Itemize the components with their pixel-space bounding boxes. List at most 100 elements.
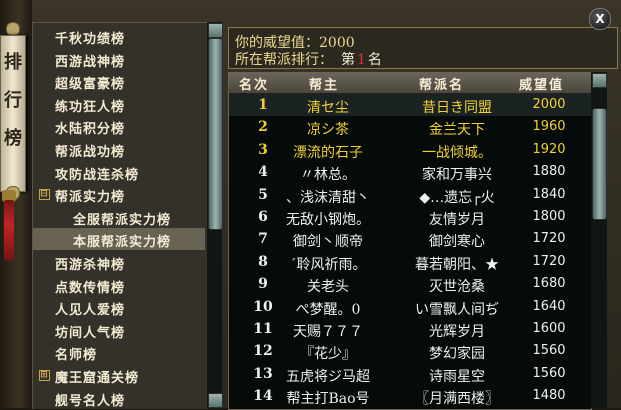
- menu-item[interactable]: ⊞ 魔王窟通关榜: [33, 364, 205, 386]
- collapse-icon[interactable]: ⊟: [39, 189, 50, 201]
- menu-item-label: 帮派实力榜: [55, 190, 126, 206]
- table-row[interactable]: 3 漂流的石子 一战倾城。 1920: [229, 139, 591, 161]
- scroll-down-button[interactable]: [208, 393, 223, 408]
- menu-item[interactable]: 千秋功绩榜: [33, 25, 205, 47]
- table-row[interactable]: 1 清セ尘 昔日き同盟 2000: [229, 94, 591, 116]
- menu-item-label: 练功狂人榜: [55, 99, 126, 115]
- menu-item[interactable]: 点数传情榜: [33, 274, 205, 296]
- table-row[interactable]: 8 ˊ聆风祈雨。 暮若朝阳、★ 1720: [229, 251, 591, 273]
- expand-icon[interactable]: ⊞: [39, 370, 50, 381]
- menu-item-label: 攻防战连杀榜: [55, 167, 140, 183]
- guild-cell: 光辉岁月: [429, 324, 485, 340]
- ranking-table: 名次 帮主 帮派名 威望值 1 清セ尘 昔日き同盟 2000 2 凉シ茶 金兰天下 1960 3…: [228, 72, 592, 410]
- table-row[interactable]: 10 ぺ梦醒。0 い雪飘人间ぢ 1640: [229, 296, 591, 318]
- red-tassel: [4, 200, 14, 260]
- guild-rank-line: 所在帮派排行： 第 1 名: [235, 49, 382, 69]
- table-scrollbar[interactable]: [591, 72, 607, 408]
- guild-cell: 御剑寒心: [429, 234, 485, 251]
- menu-item[interactable]: 本服帮派实力榜: [33, 228, 205, 251]
- score-cell: 1720: [532, 231, 566, 247]
- menu-item-label: 水陆积分榜: [55, 122, 126, 138]
- scroll-up-button[interactable]: [208, 23, 223, 38]
- menu-item[interactable]: 西游战神榜: [33, 48, 205, 70]
- scroll-knot-top: [6, 22, 20, 36]
- menu-item[interactable]: 舰号名人榜: [33, 387, 205, 409]
- score-cell: 2000: [532, 97, 566, 112]
- guild-cell: い雪飘人间ぢ: [415, 301, 499, 318]
- score-cell: 1840: [532, 186, 566, 202]
- leader-cell: 漂流的石子: [293, 144, 363, 161]
- menu-item-label: 千秋功绩榜: [55, 32, 126, 47]
- menu-item[interactable]: ⊟ 帮派实力榜: [33, 183, 205, 205]
- table-row[interactable]: 13 五虎将ジ马超 诗雨星空 1560: [229, 363, 591, 385]
- leader-cell: 清セ尘: [307, 100, 349, 116]
- menu-item-label: 西游杀神榜: [55, 258, 126, 273]
- category-scrollbar[interactable]: [207, 22, 223, 408]
- guild-cell: 友情岁月: [429, 212, 485, 228]
- menu-item[interactable]: 帮派战功榜: [33, 138, 205, 160]
- guild-cell: 暮若朝阳、★: [415, 256, 499, 273]
- score-cell: 1720: [532, 253, 566, 269]
- guild-cell: 金兰天下: [429, 122, 485, 139]
- menu-item-label: 舰号名人榜: [55, 393, 126, 409]
- rank-suffix: 名: [367, 52, 382, 68]
- guild-cell: 〖月满西楼〗: [415, 391, 499, 408]
- table-row[interactable]: 12 『花少』 梦幻家园 1560: [229, 340, 591, 362]
- menu-item[interactable]: 人见人爱榜: [33, 296, 205, 318]
- score-cell: 1640: [532, 298, 566, 314]
- score-cell: 1800: [532, 209, 566, 224]
- close-button[interactable]: X: [589, 8, 611, 30]
- score-cell: 1920: [532, 141, 566, 157]
- menu-item-label: 超级富豪榜: [55, 77, 126, 93]
- leader-cell: 凉シ茶: [307, 122, 349, 139]
- menu-item[interactable]: 坊间人气榜: [33, 319, 205, 341]
- scroll-title-text: 排 行 榜: [4, 52, 22, 149]
- score-cell: 1480: [532, 388, 566, 404]
- score-cell: 1560: [532, 343, 566, 359]
- leader-cell: 〃林总。: [300, 167, 356, 184]
- leader-cell: 关老头: [307, 279, 349, 296]
- leader-cell: ˊ聆风祈雨。: [289, 256, 367, 273]
- menu-item[interactable]: 名师榜: [33, 341, 205, 363]
- guild-cell: 诗雨星空: [429, 368, 485, 385]
- table-row[interactable]: 4 〃林总。 家和万事兴 1880: [229, 161, 591, 183]
- left-ornament: 排 行 榜: [0, 0, 32, 408]
- leader-cell: 帮主打Bao号: [286, 391, 370, 408]
- table-row[interactable]: 7 御剑丶顺帝 御剑寒心 1720: [229, 228, 591, 250]
- menu-item-label: 西游战神榜: [55, 54, 126, 70]
- menu-item[interactable]: 水陆积分榜: [33, 115, 205, 137]
- menu-item[interactable]: 全服帮派实力榜: [33, 206, 205, 228]
- score-cell: 1560: [532, 365, 566, 381]
- menu-item-label: 帮派战功榜: [55, 145, 126, 160]
- menu-item-label: 本服帮派实力榜: [73, 235, 172, 251]
- header-rank: 名次: [239, 78, 270, 93]
- leader-cell: 『花少』: [300, 346, 356, 363]
- leader-cell: ぺ梦醒。0: [295, 301, 361, 318]
- rank-value: 1: [357, 52, 366, 68]
- menu-item[interactable]: 西游杀神榜: [33, 251, 205, 273]
- table-row[interactable]: 9 关老头 灭世沧桑 1680: [229, 273, 591, 295]
- table-scroll-thumb[interactable]: [592, 108, 607, 220]
- leader-cell: 天赐７７７: [293, 324, 363, 340]
- table-row[interactable]: 2 凉シ茶 金兰天下 1960: [229, 116, 591, 138]
- leader-cell: 五虎将ジ马超: [286, 368, 370, 385]
- table-row[interactable]: 5 、浅沫清甜丶 ◆…遗忘┌火 1840: [229, 184, 591, 206]
- category-list: 千秋功绩榜西游战神榜超级富豪榜练功狂人榜水陆积分榜帮派战功榜攻防战连杀榜 ⊟ 帮派实…: [32, 22, 207, 409]
- scroll-thumb[interactable]: [208, 38, 223, 230]
- table-row[interactable]: 14 帮主打Bao号 〖月满西楼〗 1480: [229, 385, 591, 407]
- guild-cell: 灭世沧桑: [429, 279, 485, 296]
- guild-cell: ◆…遗忘┌火: [419, 189, 495, 206]
- table-scroll-up-button[interactable]: [592, 73, 607, 88]
- guild-cell: 一战倾城。: [422, 144, 492, 161]
- menu-item[interactable]: 攻防战连杀榜: [33, 161, 205, 183]
- menu-item-label: 魔王窟通关榜: [55, 371, 140, 386]
- score-cell: 1880: [532, 164, 566, 180]
- menu-item[interactable]: 超级富豪榜: [33, 70, 205, 92]
- prestige-info-box: 你的威望值：2000 所在帮派排行：第 1 名: [228, 27, 618, 69]
- table-row[interactable]: 6 无敌小钢炮。 友情岁月 1800: [229, 206, 591, 228]
- table-row[interactable]: 11 天赐７７７ 光辉岁月 1600: [229, 318, 591, 340]
- menu-item-label: 坊间人气榜: [55, 325, 126, 341]
- score-cell: 1960: [532, 119, 566, 135]
- menu-item[interactable]: 练功狂人榜: [33, 93, 205, 115]
- score-cell: 1680: [532, 276, 566, 292]
